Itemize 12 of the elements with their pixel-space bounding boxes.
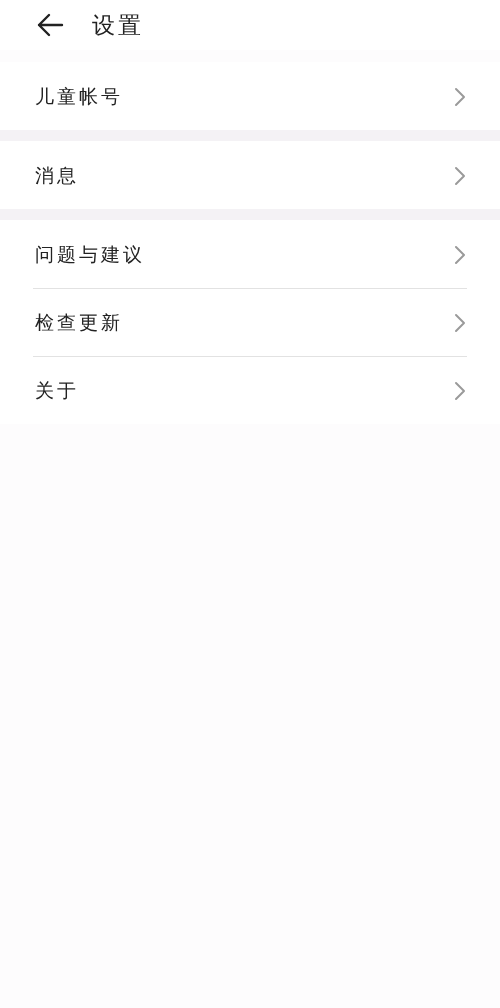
chevron-icon [454, 312, 466, 333]
settings-item[interactable]: 问题与建议 [0, 221, 500, 288]
settings-item[interactable]: 关于 [0, 357, 500, 424]
settings-item[interactable]: 消息 [0, 142, 500, 209]
back-icon[interactable] [36, 13, 64, 37]
chevron-icon [454, 244, 466, 265]
page-title: 设置 [92, 10, 144, 40]
settings-item[interactable]: 儿童帐号 [0, 63, 500, 130]
chevron-icon [454, 380, 466, 401]
chevron-icon [454, 86, 466, 107]
chevron-icon [454, 165, 466, 186]
settings-item[interactable]: 检查更新 [0, 289, 500, 356]
